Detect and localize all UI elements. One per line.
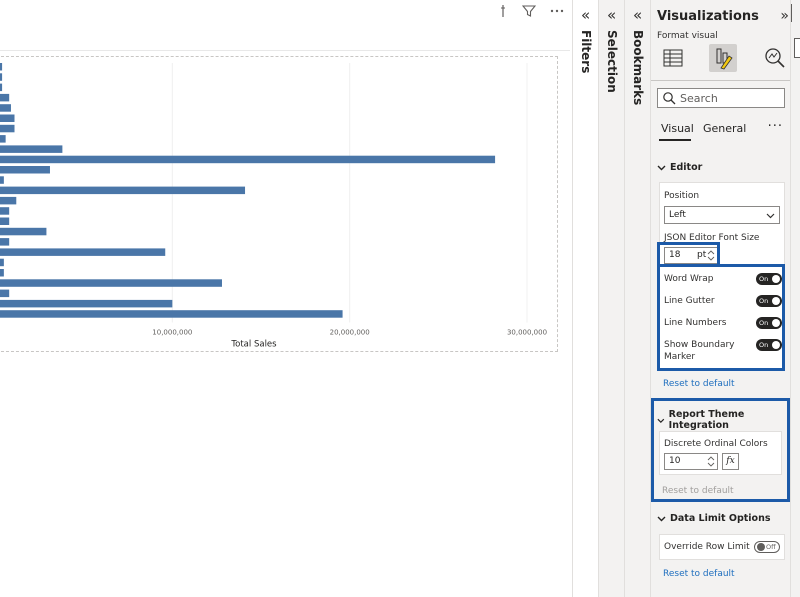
chevron-down-icon — [657, 165, 666, 171]
bar[interactable] — [0, 145, 63, 153]
bar[interactable] — [0, 186, 246, 195]
editor-section-header[interactable]: Editor — [657, 162, 702, 173]
bar[interactable] — [0, 217, 10, 226]
filter-icon[interactable] — [521, 4, 537, 22]
more-options-icon[interactable] — [550, 4, 564, 22]
strip-divider — [791, 4, 792, 22]
bookmarks-label[interactable]: Bookmarks — [631, 30, 645, 105]
bar[interactable] — [0, 248, 166, 256]
fx-button[interactable]: fx — [722, 453, 739, 470]
bar[interactable] — [0, 166, 50, 174]
highlight-box-toggles — [657, 264, 785, 371]
override-row-limit-label: Override Row Limit — [664, 542, 750, 552]
data-limit-section-header[interactable]: Data Limit Options — [657, 513, 771, 524]
visualizations-title: Visualizations — [657, 9, 759, 24]
bar[interactable] — [0, 155, 496, 164]
focus-mode-icon[interactable] — [498, 4, 508, 22]
bar[interactable] — [0, 207, 10, 215]
filters-pane[interactable]: « Filters — [572, 0, 598, 597]
format-visual-icon[interactable] — [709, 44, 737, 72]
selection-label[interactable]: Selection — [605, 30, 619, 93]
bar[interactable] — [0, 83, 3, 92]
discrete-colors-value: 10 — [669, 456, 681, 466]
visual-header — [498, 4, 564, 22]
x-axis-title: Total Sales — [230, 340, 277, 350]
theme-card: Discrete Ordinal Colors 10 fx — [659, 431, 782, 475]
toggle-knob — [757, 543, 765, 551]
toggle-state: Off — [766, 543, 776, 551]
search-input[interactable]: Search — [657, 88, 785, 108]
bar[interactable] — [0, 310, 343, 318]
more-options-icon[interactable]: ··· — [768, 119, 783, 134]
x-tick-label: 20,000,000 — [330, 329, 370, 337]
theme-section-header[interactable]: Report Theme Integration — [657, 409, 787, 431]
selection-pane[interactable]: « Selection — [598, 0, 624, 597]
position-value: Left — [669, 210, 686, 220]
bar-chart[interactable]: 10,000,000 20,000,000 30,000,000 Total Sale… — [0, 56, 565, 356]
bar[interactable] — [0, 196, 17, 205]
discrete-colors-label: Discrete Ordinal Colors — [664, 439, 768, 449]
bar[interactable] — [0, 269, 4, 277]
tab-visual-indicator — [659, 139, 691, 141]
collapse-bookmarks-icon[interactable]: « — [633, 6, 642, 24]
spin-arrows-icon[interactable] — [707, 454, 715, 469]
bar[interactable] — [0, 289, 10, 298]
bar[interactable] — [0, 258, 4, 267]
search-icon — [663, 92, 676, 105]
expand-pane-icon[interactable]: » — [780, 8, 788, 24]
theme-heading: Report Theme Integration — [668, 409, 745, 431]
build-visual-icon[interactable] — [659, 44, 687, 72]
field-well-box[interactable] — [794, 38, 800, 58]
bar[interactable] — [0, 135, 6, 143]
position-label: Position — [664, 191, 700, 201]
tools-divider — [651, 80, 791, 81]
search-placeholder: Search — [680, 91, 718, 105]
theme-section: Report Theme Integration Discrete Ordina… — [651, 398, 790, 502]
editor-heading: Editor — [670, 162, 703, 173]
editor-reset-link[interactable]: Reset to default — [663, 379, 735, 389]
bar[interactable] — [0, 279, 222, 287]
format-visual-label: Format visual — [657, 31, 718, 41]
discrete-colors-stepper[interactable]: 10 — [664, 453, 718, 470]
data-limit-card: Override Row Limit Off — [659, 534, 785, 560]
theme-reset-link[interactable]: Reset to default — [662, 486, 734, 496]
bar[interactable] — [0, 299, 173, 308]
bar[interactable] — [0, 93, 10, 102]
pane-tool-tabs — [657, 44, 787, 74]
data-limit-heading: Data Limit Options — [670, 513, 771, 524]
x-tick-label: 10,000,000 — [152, 329, 192, 337]
bar[interactable] — [0, 114, 15, 123]
right-pane-strip[interactable] — [790, 0, 800, 597]
canvas-divider — [0, 50, 570, 51]
report-canvas: 10,000,000 20,000,000 30,000,000 Total Sale… — [0, 0, 570, 597]
bar[interactable] — [0, 73, 3, 81]
bar[interactable] — [0, 227, 47, 236]
format-subtabs: Visual General ··· — [659, 119, 785, 142]
bar[interactable] — [0, 238, 10, 246]
bar[interactable] — [0, 104, 11, 112]
override-row-limit-toggle[interactable]: Off — [754, 541, 780, 553]
tab-visual[interactable]: Visual — [661, 122, 694, 135]
filters-label[interactable]: Filters — [579, 30, 593, 73]
tab-general[interactable]: General — [703, 122, 746, 135]
bookmarks-pane[interactable]: « Bookmarks — [624, 0, 650, 597]
bar[interactable] — [0, 124, 15, 133]
collapse-filters-icon[interactable]: « — [581, 6, 590, 24]
chevron-down-icon — [657, 516, 666, 522]
collapse-selection-icon[interactable]: « — [607, 6, 616, 24]
bar[interactable] — [0, 176, 4, 184]
x-tick-label: 30,000,000 — [507, 329, 547, 337]
chevron-down-icon — [657, 418, 665, 423]
position-dropdown[interactable]: Left — [664, 206, 780, 224]
analytics-icon[interactable] — [761, 44, 789, 72]
chevron-down-icon — [766, 213, 775, 219]
bar[interactable] — [0, 63, 3, 71]
data-limit-reset-link[interactable]: Reset to default — [663, 569, 735, 579]
